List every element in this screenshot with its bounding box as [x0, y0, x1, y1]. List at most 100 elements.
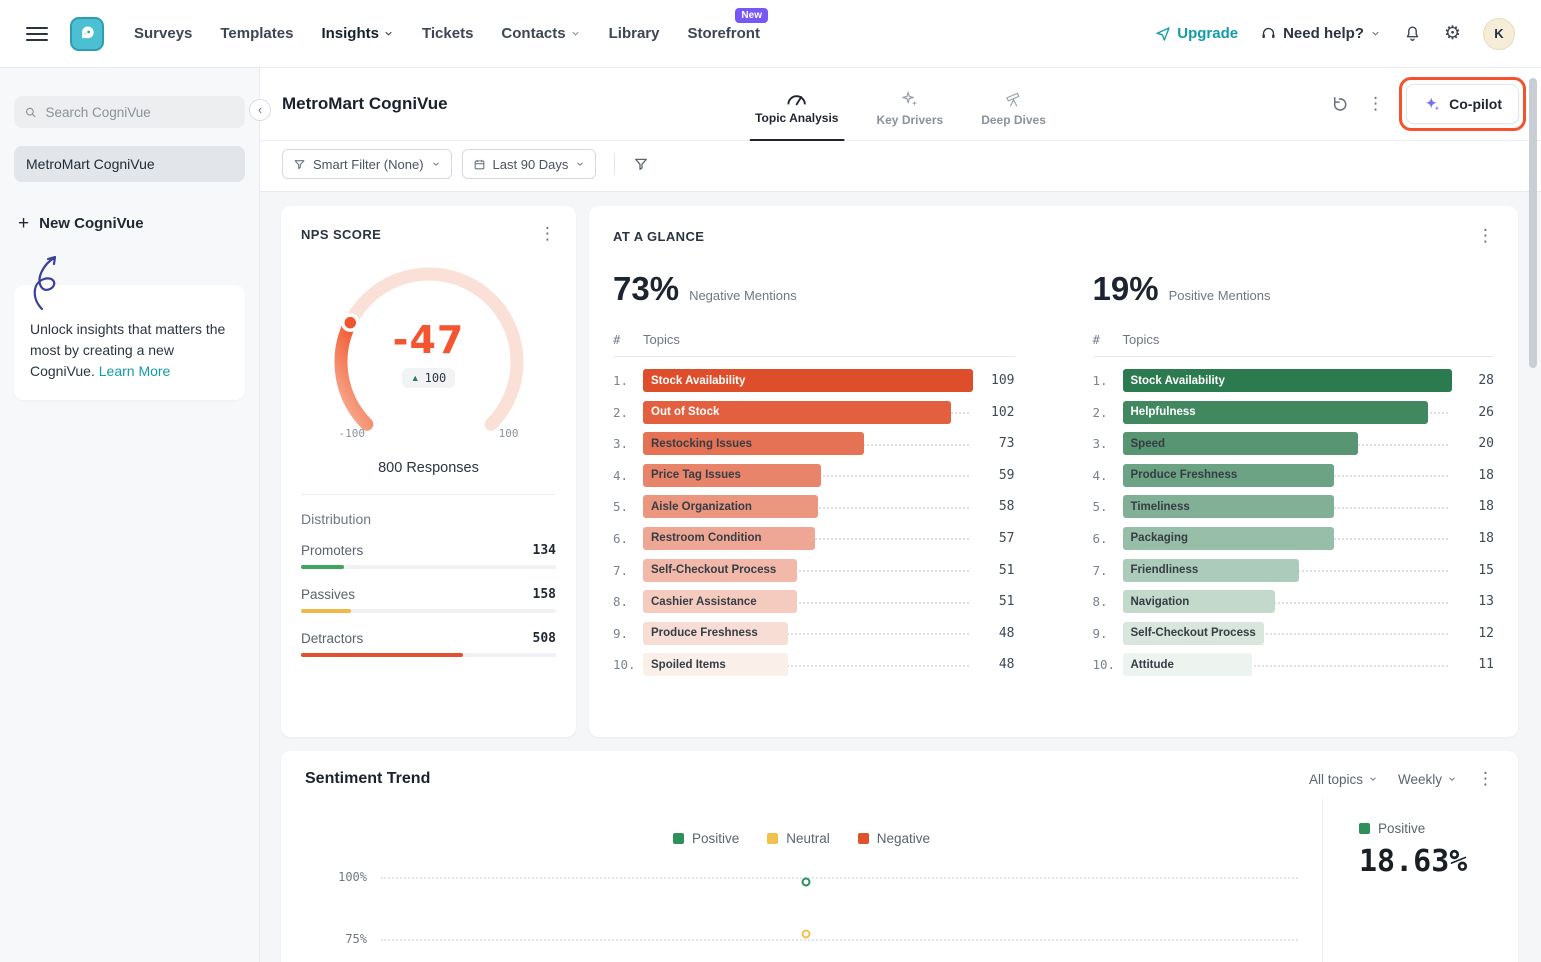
at-a-glance-card: AT A GLANCE ⋮ 73% Negative Mentions # To… [589, 206, 1518, 737]
nps-distribution-list: Promoters134Passives158Detractors508 [301, 543, 556, 657]
topic-bar[interactable]: Self-Checkout Process [643, 559, 797, 582]
topic-bar[interactable]: Packaging [1123, 527, 1335, 550]
topic-count: 18 [1452, 499, 1494, 514]
distribution-fill [301, 653, 463, 657]
chevron-down-icon [575, 159, 585, 169]
telescope-icon [1004, 90, 1024, 108]
topic-count: 48 [973, 657, 1015, 672]
vertical-scrollbar[interactable] [1529, 78, 1537, 368]
avatar[interactable]: K [1483, 18, 1515, 50]
trend-data-point[interactable] [802, 877, 811, 886]
topic-rank: 5. [613, 499, 643, 514]
topic-rank: 7. [1093, 563, 1123, 578]
topic-bar-track: Produce Freshness [643, 622, 973, 645]
header-more-menu[interactable]: ⋮ [1367, 94, 1384, 114]
topic-bar[interactable]: Cashier Assistance [643, 590, 797, 613]
topic-bar[interactable]: Timeliness [1123, 495, 1335, 518]
nps-card-menu[interactable]: ⋮ [539, 224, 556, 244]
trend-positive-stat: Positive 18.63% [1322, 799, 1518, 962]
chevron-down-icon [1370, 28, 1381, 39]
topic-bar[interactable]: Produce Freshness [1123, 464, 1335, 487]
upgrade-button[interactable]: Upgrade [1155, 25, 1238, 42]
legend-swatch [858, 833, 869, 844]
topic-bar[interactable]: Produce Freshness [643, 622, 788, 645]
sidebar-search [14, 96, 245, 128]
nav-item-templates[interactable]: Templates [220, 25, 293, 42]
topic-rank: 10. [613, 657, 643, 672]
topic-bar[interactable]: Navigation [1123, 590, 1276, 613]
topic-count: 28 [1452, 373, 1494, 388]
nav-item-contacts[interactable]: Contacts [501, 25, 580, 42]
sidebar-collapse-button[interactable]: ‹ [249, 99, 271, 121]
legend-label: Positive [692, 831, 739, 846]
main-area: MetroMart CogniVue Topic Analysis Key Dr… [260, 68, 1541, 962]
hamburger-menu-icon[interactable] [26, 23, 48, 45]
tab-key-drivers[interactable]: Key Drivers [870, 82, 949, 140]
topic-count: 12 [1452, 626, 1494, 641]
nav-item-storefront[interactable]: Storefront New [687, 25, 760, 42]
positive-pct: 19% [1093, 270, 1159, 308]
nav-item-tickets[interactable]: Tickets [422, 25, 473, 42]
nav-item-insights[interactable]: Insights [321, 25, 394, 42]
topic-count: 59 [973, 468, 1015, 483]
all-topics-dropdown[interactable]: All topics [1309, 772, 1378, 787]
topic-bar-track: Speed [1123, 432, 1453, 455]
smart-filter-dropdown[interactable]: Smart Filter (None) [282, 149, 452, 179]
search-input[interactable] [45, 105, 235, 120]
topic-bar[interactable]: Stock Availability [1123, 369, 1453, 392]
topic-row: 8.Navigation13 [1093, 590, 1495, 613]
sentiment-trend-title: Sentiment Trend [305, 770, 430, 788]
topic-bar[interactable]: Spoiled Items [643, 653, 788, 676]
topic-bar-track: Self-Checkout Process [1123, 622, 1453, 645]
new-cognivue-button[interactable]: + New CogniVue [14, 214, 245, 233]
calendar-icon [473, 158, 486, 171]
topic-bar[interactable]: Price Tag Issues [643, 464, 821, 487]
legend-item: Positive [673, 831, 739, 846]
topic-bar[interactable]: Out of Stock [643, 401, 951, 424]
nav-item-library[interactable]: Library [609, 25, 660, 42]
topic-count: 51 [973, 594, 1015, 609]
chevron-down-icon [1368, 774, 1378, 784]
top-nav: Surveys Templates Insights Tickets Conta… [0, 0, 1541, 68]
need-help-menu[interactable]: Need help? [1260, 25, 1381, 42]
trend-data-point[interactable] [802, 930, 811, 939]
notifications-bell-icon[interactable] [1403, 24, 1422, 43]
topic-rank: 10. [1093, 657, 1123, 672]
legend-label: Neutral [786, 831, 830, 846]
sidebar-item-metromart[interactable]: MetroMart CogniVue [14, 146, 245, 182]
topic-bar[interactable]: Self-Checkout Process [1123, 622, 1264, 645]
topic-bar[interactable]: Aisle Organization [643, 495, 818, 518]
legend-label: Negative [877, 831, 930, 846]
learn-more-link[interactable]: Learn More [99, 363, 171, 379]
glance-card-menu[interactable]: ⋮ [1477, 226, 1494, 246]
positive-pct-label: Positive Mentions [1169, 288, 1271, 303]
app-logo[interactable] [70, 17, 104, 51]
topic-bar[interactable]: Helpfulness [1123, 401, 1429, 424]
topic-row: 1.Stock Availability109 [613, 369, 1015, 392]
trend-card-menu[interactable]: ⋮ [1477, 769, 1494, 789]
date-range-dropdown[interactable]: Last 90 Days [462, 149, 597, 179]
topic-bar[interactable]: Restroom Condition [643, 527, 815, 550]
copilot-button[interactable]: Co-pilot [1406, 84, 1519, 124]
topic-bar-track: Attitude [1123, 653, 1453, 676]
topic-bar[interactable]: Speed [1123, 432, 1358, 455]
topic-bar[interactable]: Restocking Issues [643, 432, 864, 455]
topic-rank: 3. [1093, 436, 1123, 451]
trend-legend: Positive Neutral Negative [305, 831, 1298, 846]
topic-row: 5.Aisle Organization58 [613, 495, 1015, 518]
topic-bar[interactable]: Friendliness [1123, 559, 1300, 582]
funnel-filter-icon[interactable] [633, 156, 649, 172]
divider [301, 494, 556, 495]
distribution-row: Detractors508 [301, 631, 556, 657]
topic-bar[interactable]: Attitude [1123, 653, 1252, 676]
refresh-icon[interactable] [1330, 95, 1349, 114]
tab-deep-dives[interactable]: Deep Dives [975, 82, 1052, 140]
tab-topic-analysis[interactable]: Topic Analysis [749, 82, 844, 140]
chevron-down-icon [431, 159, 441, 169]
nav-item-surveys[interactable]: Surveys [134, 25, 192, 42]
primary-nav: Surveys Templates Insights Tickets Conta… [134, 25, 760, 42]
settings-gear-icon[interactable]: ⚙ [1444, 22, 1461, 45]
interval-dropdown[interactable]: Weekly [1398, 772, 1457, 787]
gauge-icon [786, 90, 808, 106]
topic-bar[interactable]: Stock Availability [643, 369, 973, 392]
